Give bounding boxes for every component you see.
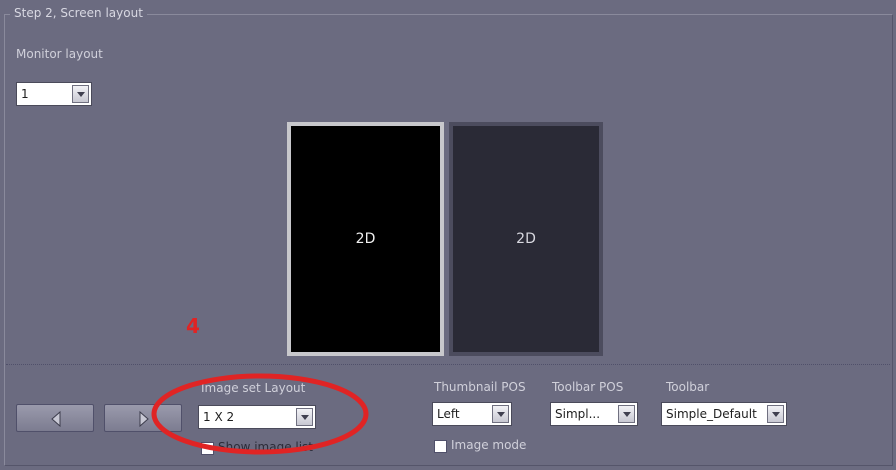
monitor-layout-select[interactable]: 1 bbox=[16, 82, 92, 106]
thumbnail-pos-select[interactable]: Left bbox=[432, 402, 512, 426]
dropdown-button[interactable] bbox=[296, 408, 313, 426]
toolbar-value: Simple_Default bbox=[666, 407, 757, 421]
monitor-layout-label: Monitor layout bbox=[16, 47, 103, 61]
chevron-down-icon bbox=[772, 412, 780, 417]
arrow-right-icon bbox=[139, 410, 149, 428]
annotation-number: 4 bbox=[186, 314, 200, 338]
group-title: Step 2, Screen layout bbox=[10, 6, 147, 20]
arrow-left-icon bbox=[51, 410, 61, 428]
show-image-list-checkbox[interactable] bbox=[201, 442, 214, 455]
chevron-down-icon bbox=[77, 92, 85, 97]
previous-button[interactable] bbox=[16, 404, 94, 432]
monitor-1-preview[interactable]: 2D bbox=[287, 122, 444, 356]
image-set-layout-value: 1 X 2 bbox=[203, 410, 235, 424]
next-button[interactable] bbox=[104, 404, 182, 432]
dropdown-button[interactable] bbox=[492, 405, 509, 423]
dropdown-button[interactable] bbox=[618, 405, 635, 423]
thumbnail-pos-label: Thumbnail POS bbox=[434, 380, 526, 394]
thumbnail-pos-value: Left bbox=[437, 407, 460, 421]
monitor-layout-value: 1 bbox=[21, 87, 29, 101]
toolbar-select[interactable]: Simple_Default bbox=[661, 402, 787, 426]
image-set-layout-select[interactable]: 1 X 2 bbox=[198, 405, 316, 429]
chevron-down-icon bbox=[301, 415, 309, 420]
screen-layout-panel: Step 2, Screen layout Monitor layout 1 2… bbox=[0, 0, 896, 470]
separator-line bbox=[6, 364, 890, 365]
monitor-2-preview[interactable]: 2D bbox=[449, 122, 603, 356]
toolbar-pos-select[interactable]: Simpl... bbox=[550, 402, 638, 426]
monitor-1-label: 2D bbox=[355, 231, 376, 247]
dropdown-button[interactable] bbox=[72, 85, 89, 103]
image-mode-label: Image mode bbox=[451, 438, 527, 452]
monitor-2-label: 2D bbox=[516, 231, 536, 247]
chevron-down-icon bbox=[623, 412, 631, 417]
dropdown-button[interactable] bbox=[767, 405, 784, 423]
image-set-layout-label: Image set Layout bbox=[201, 381, 306, 395]
toolbar-pos-label: Toolbar POS bbox=[552, 380, 624, 394]
image-mode-checkbox[interactable] bbox=[434, 440, 447, 453]
toolbar-label: Toolbar bbox=[666, 380, 710, 394]
chevron-down-icon bbox=[497, 412, 505, 417]
toolbar-pos-value: Simpl... bbox=[555, 407, 601, 421]
show-image-list-label: Show image list bbox=[218, 440, 314, 454]
